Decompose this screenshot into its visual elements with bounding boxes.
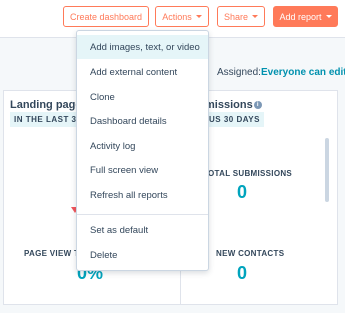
menu-item-set-as-default[interactable]: Set as default	[77, 218, 208, 242]
total-submissions-value: 0	[237, 182, 248, 202]
date-range-tag: IN THE LAST 30	[10, 112, 86, 127]
create-dashboard-label: Create dashboard	[69, 11, 143, 22]
menu-item-delete[interactable]: Delete	[77, 243, 208, 267]
new-contacts-value: 0	[237, 263, 248, 283]
menu-item-full-screen-view[interactable]: Full screen view	[77, 158, 208, 182]
menu-item-refresh-all-reports[interactable]: Refresh all reports	[77, 183, 208, 207]
total-submissions-label: OTAL SUBMISSIONS	[208, 169, 293, 178]
chevron-down-icon	[252, 15, 259, 18]
create-dashboard-button[interactable]: Create dashboard	[63, 6, 149, 27]
menu-item-add-external-content[interactable]: Add external content	[77, 60, 208, 84]
date-range-tag: US 30 DAYS	[205, 112, 264, 127]
scrollbar[interactable]	[325, 138, 329, 202]
assigned-edit-link[interactable]: Everyone can edit	[261, 67, 345, 78]
share-button[interactable]: Share	[217, 6, 265, 27]
chevron-down-icon	[195, 15, 202, 18]
menu-item-clone[interactable]: Clone	[77, 85, 208, 109]
add-report-button[interactable]: Add report	[273, 6, 338, 27]
menu-item-dashboard-details[interactable]: Dashboard details	[77, 109, 208, 133]
assigned-label: Assigned:	[217, 67, 261, 78]
actions-button[interactable]: Actions	[155, 6, 209, 27]
card-title: Landing page	[10, 99, 82, 111]
new-contacts-label: NEW CONTACTS	[216, 249, 285, 258]
card-title-text: missions	[205, 99, 253, 111]
info-icon[interactable]: i	[253, 101, 262, 110]
chevron-down-icon	[325, 15, 332, 18]
menu-item-activity-log[interactable]: Activity log	[77, 134, 208, 158]
card-title: missions i	[205, 99, 262, 111]
actions-dropdown-menu: Add images, text, or video Add external …	[76, 30, 209, 271]
menu-item-add-images[interactable]: Add images, text, or video	[77, 35, 208, 59]
menu-divider	[77, 214, 208, 215]
add-report-label: Add report	[279, 11, 322, 22]
actions-label: Actions	[162, 11, 192, 22]
share-label: Share	[223, 11, 249, 22]
